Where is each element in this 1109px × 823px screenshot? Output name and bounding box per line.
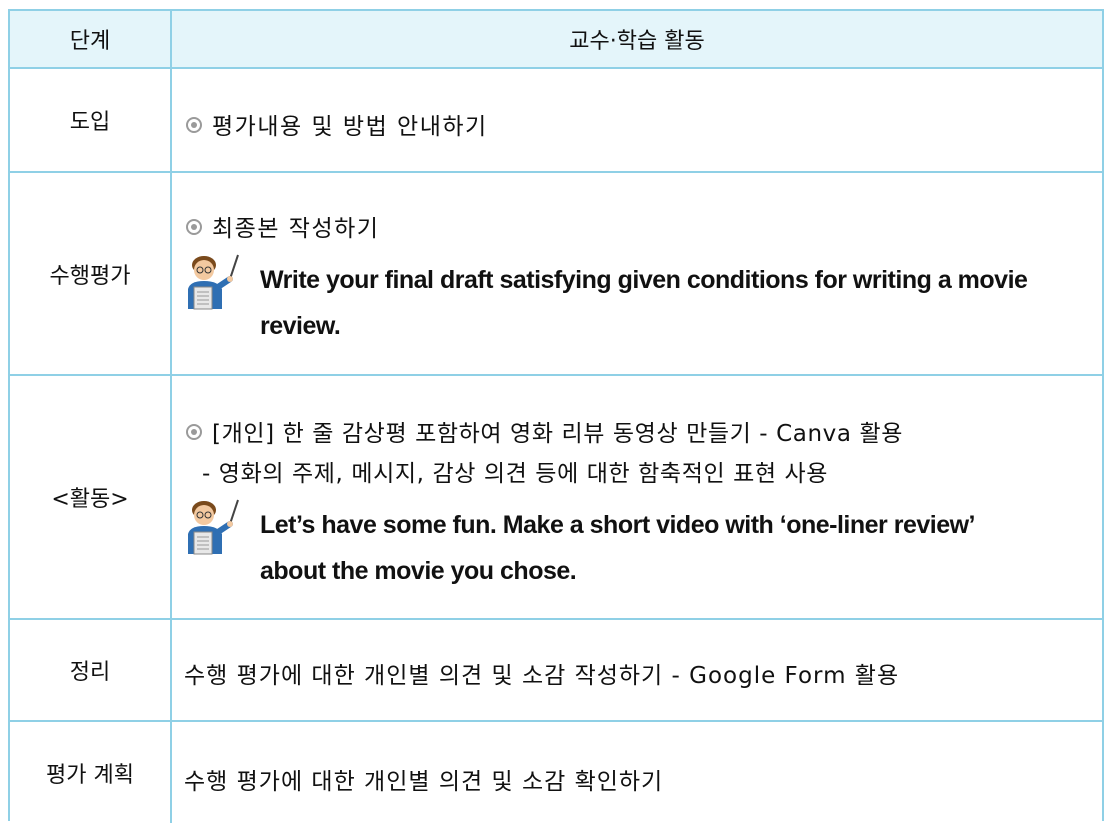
teacher-pointer-icon [182,251,242,311]
header-stage-label: 단계 [69,29,111,54]
activity-cell: [개인] 한 줄 감상평 포함하여 영화 리뷰 동영상 만들기 - Canva … [172,376,1102,618]
activity-cell: 최종본 작성하기 Write your final draft satisfyi… [172,173,1102,374]
activity-cell: 수행 평가에 대한 개인별 의견 및 소감 작성하기 - Google Form… [172,620,1102,720]
lesson-plan-table: 단계 교수·학습 활동 도입 평가내용 및 방법 안내하기 수행평가 최종본 작… [8,9,1104,823]
stage-label: 정리 [69,660,111,685]
header-stage-cell: 단계 [10,11,172,67]
stage-label: <활동> [51,487,129,512]
stage-label: 수행평가 [49,263,131,289]
bullet-text: 최종본 작성하기 [212,216,380,242]
stage-cell: 정리 [10,620,172,720]
table-row-intro: 도입 평가내용 및 방법 안내하기 [10,69,1102,173]
stage-cell: 평가 계획 [10,722,172,823]
table-header-row: 단계 교수·학습 활동 [10,11,1102,69]
header-activity-cell: 교수·학습 활동 [172,11,1102,67]
stage-cell: <활동> [10,376,172,618]
stage-cell: 수행평가 [10,173,172,374]
stage-label: 도입 [69,110,111,135]
header-activity-label: 교수·학습 활동 [569,29,705,54]
bullet-text: 평가내용 및 방법 안내하기 [212,114,488,140]
instruction-line-2: about the movie you chose. [260,557,577,585]
stage-cell: 도입 [10,69,172,171]
table-row-activity: <활동> [개인] 한 줄 감상평 포함하여 영화 리뷰 동영상 만들기 - C… [10,376,1102,620]
circle-bullet-icon [186,219,202,235]
bullet-line: 최종본 작성하기 [186,209,379,243]
instruction-line-1: Write your final draft satisfying given … [260,266,1028,294]
activity-text: 수행 평가에 대한 개인별 의견 및 소감 작성하기 - Google Form… [184,663,900,689]
instruction-line-1: Let’s have some fun. Make a short video … [260,511,976,539]
teacher-pointer-icon [182,496,242,556]
activity-text: 수행 평가에 대한 개인별 의견 및 소감 확인하기 [184,769,664,795]
table-row-assessment: 수행평가 최종본 작성하기 Write your final draft sat… [10,173,1102,376]
bullet-text: [개인] 한 줄 감상평 포함하여 영화 리뷰 동영상 만들기 - Canva … [212,421,903,447]
bullet-line: [개인] 한 줄 감상평 포함하여 영화 리뷰 동영상 만들기 - Canva … [186,414,903,448]
bullet-line: 평가내용 및 방법 안내하기 [186,107,488,141]
stage-label: 평가 계획 [46,762,134,788]
circle-bullet-icon [186,424,202,440]
instruction-line-2: review. [260,312,341,340]
activity-cell: 평가내용 및 방법 안내하기 [172,69,1102,171]
circle-bullet-icon [186,117,202,133]
table-row-evaluation-plan: 평가 계획 수행 평가에 대한 개인별 의견 및 소감 확인하기 [10,722,1102,823]
table-row-wrapup: 정리 수행 평가에 대한 개인별 의견 및 소감 작성하기 - Google F… [10,620,1102,722]
activity-cell: 수행 평가에 대한 개인별 의견 및 소감 확인하기 [172,722,1102,823]
sub-note: - 영화의 주제, 메시지, 감상 의견 등에 대한 함축적인 표현 사용 [202,461,829,487]
